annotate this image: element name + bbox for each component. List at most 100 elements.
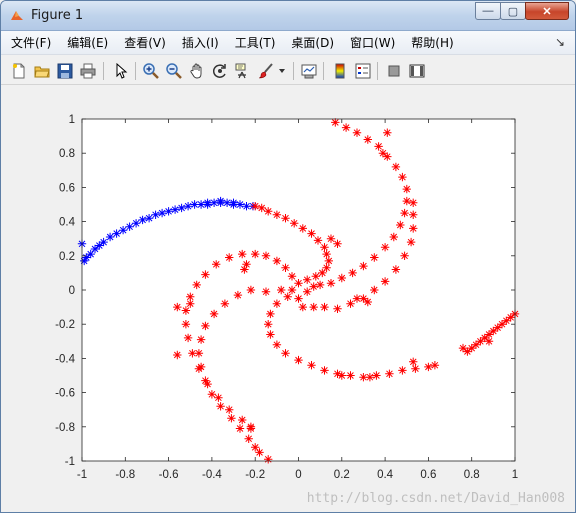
colorbar-icon[interactable] xyxy=(330,61,350,81)
data-point xyxy=(203,200,212,209)
data-point xyxy=(331,118,340,127)
rotate-3d-icon[interactable] xyxy=(210,61,230,81)
data-point xyxy=(294,279,303,288)
menu-window[interactable]: 窗口(W) xyxy=(350,34,395,51)
menu-tools[interactable]: 工具(T) xyxy=(235,34,276,51)
data-point xyxy=(118,226,128,235)
data-point xyxy=(201,270,210,279)
data-point xyxy=(255,448,264,457)
data-point xyxy=(235,200,245,209)
title-bar[interactable]: Figure 1 — ▢ ✕ xyxy=(1,1,575,31)
toolbar-separator xyxy=(293,62,294,80)
x-tick-label: 0.2 xyxy=(334,469,350,481)
data-point xyxy=(287,272,297,281)
data-point xyxy=(400,251,409,260)
data-point xyxy=(151,210,160,219)
data-point xyxy=(380,277,390,286)
close-button[interactable]: ✕ xyxy=(525,2,569,20)
data-point xyxy=(244,434,253,443)
zoom-out-icon[interactable] xyxy=(164,61,184,81)
hide-plot-tools-icon[interactable] xyxy=(384,61,404,81)
data-point xyxy=(309,302,318,312)
data-point xyxy=(238,415,247,425)
data-point xyxy=(322,249,331,259)
data-point xyxy=(183,202,193,211)
data-point xyxy=(380,243,390,252)
figure-canvas[interactable]: -1 -0.8 -0.6 -0.4 -0.2 0 0.2 0.4 0.6 0.8 1 1 0.8 0.6 0… xyxy=(1,86,575,513)
y-tick-label: -0.8 xyxy=(55,422,75,434)
data-point xyxy=(294,355,303,365)
data-point xyxy=(374,142,383,151)
data-point xyxy=(183,333,193,343)
data-point xyxy=(348,268,357,278)
y-tick-label: 1 xyxy=(69,114,75,126)
menu-edit[interactable]: 编辑(E) xyxy=(67,34,108,51)
data-point xyxy=(173,302,182,312)
toolbar-separator xyxy=(103,62,104,80)
x-tick-label: 0.6 xyxy=(420,469,436,481)
data-point xyxy=(409,198,418,207)
data-point xyxy=(229,198,238,207)
save-icon[interactable] xyxy=(55,61,75,81)
data-point xyxy=(225,405,234,414)
brush-icon[interactable] xyxy=(256,61,276,81)
data-point xyxy=(181,320,191,329)
data-point xyxy=(170,205,180,214)
zoom-in-icon[interactable] xyxy=(141,61,161,81)
data-point xyxy=(320,302,329,312)
data-point xyxy=(196,335,206,344)
legend-icon[interactable] xyxy=(353,61,373,81)
x-tick-label: 0.4 xyxy=(377,469,394,481)
data-point xyxy=(303,287,312,296)
data-point xyxy=(370,253,379,262)
figure-toolbar xyxy=(1,57,575,85)
toolbar-separator xyxy=(135,62,136,80)
data-point xyxy=(359,261,368,271)
data-point xyxy=(365,373,375,382)
data-point xyxy=(86,249,95,259)
data-point xyxy=(264,207,273,216)
menu-insert[interactable]: 插入(I) xyxy=(182,34,219,51)
data-point xyxy=(333,304,342,313)
maximize-button[interactable]: ▢ xyxy=(500,2,526,20)
y-tick-label: -0.2 xyxy=(55,319,75,331)
print-icon[interactable] xyxy=(78,61,98,81)
toolbar-separator xyxy=(323,62,324,80)
data-point xyxy=(238,249,247,259)
data-point xyxy=(220,299,230,308)
data-point xyxy=(424,362,433,372)
x-tick-label: 0 xyxy=(295,469,301,481)
menu-desktop[interactable]: 桌面(D) xyxy=(291,34,334,51)
minimize-button[interactable]: — xyxy=(475,2,501,20)
data-point xyxy=(90,244,100,254)
data-point xyxy=(227,414,236,423)
plot-area xyxy=(82,119,515,461)
x-tick-label: -0.2 xyxy=(245,469,265,481)
link-plot-icon[interactable] xyxy=(299,61,319,81)
data-point xyxy=(212,260,221,269)
brush-dropdown-icon[interactable] xyxy=(277,61,287,81)
data-point xyxy=(261,251,271,260)
data-point xyxy=(177,203,186,213)
show-plot-tools-icon[interactable] xyxy=(407,61,427,81)
pan-hand-icon[interactable] xyxy=(187,61,207,81)
open-folder-icon[interactable] xyxy=(32,61,52,81)
pointer-icon[interactable] xyxy=(111,61,131,81)
data-point xyxy=(346,371,355,380)
menu-help[interactable]: 帮助(H) xyxy=(411,34,453,51)
watermark-text: http://blog.csdn.net/David_Han008 xyxy=(306,491,565,506)
menu-view[interactable]: 查看(V) xyxy=(124,34,166,51)
data-point xyxy=(307,361,316,370)
data-point xyxy=(320,243,329,252)
new-file-icon[interactable] xyxy=(9,61,29,81)
menu-file[interactable]: 文件(F) xyxy=(11,34,51,51)
data-point xyxy=(281,263,290,272)
figure-window: Figure 1 — ▢ ✕ 文件(F) 编辑(E) 查看(V) 插入(I) 工… xyxy=(0,0,576,513)
dock-arrow-icon[interactable]: ↘ xyxy=(555,35,565,49)
x-tick-label: -0.6 xyxy=(159,469,179,481)
scatter-plot[interactable]: -1 -0.8 -0.6 -0.4 -0.2 0 0.2 0.4 0.6 0.8 1 1 0.8 0.6 0… xyxy=(1,86,575,513)
x-tick-label: 1 xyxy=(512,469,518,481)
data-point xyxy=(290,219,299,228)
y-tick-label: 0.8 xyxy=(59,148,75,160)
data-cursor-icon[interactable] xyxy=(233,61,253,81)
